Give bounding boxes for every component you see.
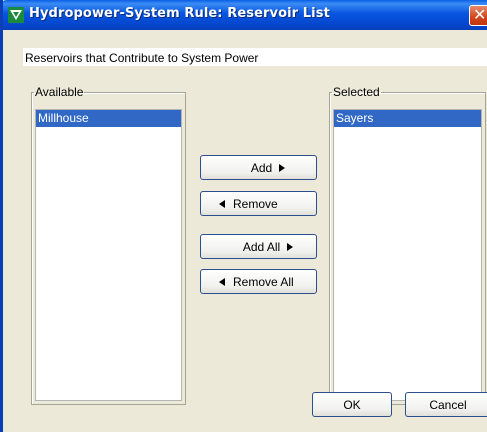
heading-label: Reservoirs that Contribute to System Pow… [25, 51, 259, 65]
cancel-button[interactable]: Cancel [405, 392, 487, 417]
add-all-button-label: Add All [242, 240, 281, 254]
dialog-window: Hydropower-System Rule: Reservoir List ✕… [0, 0, 487, 432]
arrow-left-icon [219, 199, 225, 208]
arrow-right-icon [279, 163, 286, 172]
selected-group: Selected Sayers [329, 85, 486, 405]
window-title: Hydropower-System Rule: Reservoir List [29, 6, 330, 21]
available-group: Available Millhouse [31, 85, 186, 405]
selected-label: Selected [333, 85, 380, 99]
available-label: Available [35, 85, 84, 99]
add-button[interactable]: Add [200, 155, 317, 180]
remove-button-label: Remove [233, 197, 278, 211]
selected-list[interactable]: Sayers [333, 109, 482, 401]
dialog-content: Reservoirs that Contribute to System Pow… [3, 30, 487, 432]
arrow-left-icon [219, 277, 225, 286]
remove-all-button-label: Remove All [233, 275, 294, 289]
heading-field: Reservoirs that Contribute to System Pow… [23, 48, 487, 66]
arrow-right-icon [287, 242, 294, 251]
list-item-sayers[interactable]: Sayers [334, 110, 481, 127]
close-button[interactable]: ✕ [469, 5, 487, 26]
list-item-millhouse[interactable]: Millhouse [36, 110, 181, 127]
title-bar[interactable]: Hydropower-System Rule: Reservoir List ✕ [3, 0, 487, 30]
add-button-label: Add [250, 161, 273, 175]
remove-button[interactable]: Remove [200, 191, 317, 216]
close-icon: ✕ [473, 5, 487, 24]
hydropower-app-icon [8, 7, 24, 23]
remove-all-button[interactable]: Remove All [200, 269, 317, 294]
ok-button[interactable]: OK [312, 392, 392, 417]
available-list[interactable]: Millhouse [35, 109, 182, 401]
add-all-button[interactable]: Add All [200, 234, 317, 259]
